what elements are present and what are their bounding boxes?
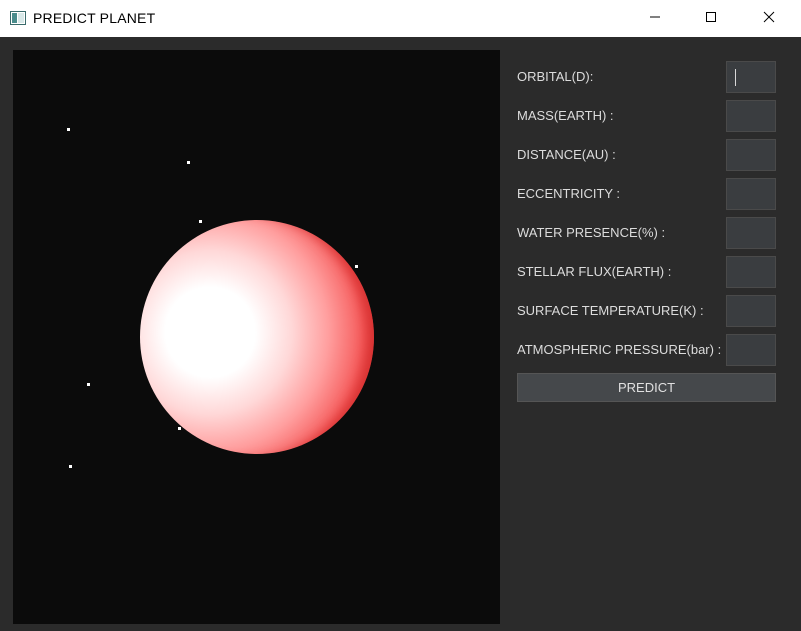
field-row-eccentricity: ECCENTRICITY :: [517, 178, 777, 210]
field-row-surface-temp: SURFACE TEMPERATURE(K) :: [517, 295, 777, 327]
mass-input[interactable]: [726, 100, 776, 132]
field-row-orbital: ORBITAL(D):: [517, 61, 777, 93]
star: [187, 161, 190, 164]
atmospheric-pressure-input[interactable]: [726, 334, 776, 366]
water-presence-input[interactable]: [726, 217, 776, 249]
maximize-icon: [705, 10, 717, 28]
planet-render-canvas: [13, 50, 500, 624]
planet-shadow: [140, 220, 374, 454]
close-icon: [763, 10, 775, 28]
field-row-pressure: ATMOSPHERIC PRESSURE(bar) :: [517, 334, 777, 366]
app-window: PREDICT PLANET ORBITAL(D): MASS(EARTH):…: [0, 0, 801, 631]
star: [178, 427, 181, 430]
field-row-distance: DISTANCE(AU) :: [517, 139, 777, 171]
star: [67, 128, 70, 131]
stellar-flux-input[interactable]: [726, 256, 776, 288]
mass-label: MASS(EARTH) :: [517, 108, 614, 123]
maximize-button[interactable]: [688, 0, 734, 37]
star: [69, 465, 72, 468]
field-row-mass: MASS(EARTH) :: [517, 100, 777, 132]
orbital-input[interactable]: [726, 61, 776, 93]
field-row-stellar-flux: STELLAR FLUX(EARTH) :: [517, 256, 777, 288]
field-row-water: WATER PRESENCE(%) :: [517, 217, 777, 249]
water-presence-label: WATER PRESENCE(%) :: [517, 225, 666, 240]
eccentricity-input[interactable]: [726, 178, 776, 210]
title-bar[interactable]: PREDICT PLANET: [0, 0, 801, 37]
main-content: ORBITAL(D): MASS(EARTH) : DISTANCE(AU) :…: [0, 37, 801, 631]
star: [355, 265, 358, 268]
distance-input[interactable]: [726, 139, 776, 171]
app-window-icon: [10, 11, 26, 25]
surface-temperature-label: SURFACE TEMPERATURE(K) :: [517, 303, 704, 318]
atmospheric-pressure-label: ATMOSPHERIC PRESSURE(bar) :: [517, 342, 722, 357]
close-button[interactable]: [746, 0, 792, 37]
eccentricity-label: ECCENTRICITY :: [517, 186, 621, 201]
stellar-flux-label: STELLAR FLUX(EARTH) :: [517, 264, 672, 279]
orbital-label: ORBITAL(D):: [517, 69, 594, 84]
distance-label: DISTANCE(AU) :: [517, 147, 616, 162]
text-caret: [735, 69, 736, 86]
window-title: PREDICT PLANET: [33, 10, 156, 26]
surface-temperature-input[interactable]: [726, 295, 776, 327]
predict-button[interactable]: PREDICT: [517, 373, 776, 402]
star: [87, 383, 90, 386]
star: [199, 220, 202, 223]
minimize-button[interactable]: [632, 0, 678, 37]
minimize-icon: [649, 10, 661, 28]
